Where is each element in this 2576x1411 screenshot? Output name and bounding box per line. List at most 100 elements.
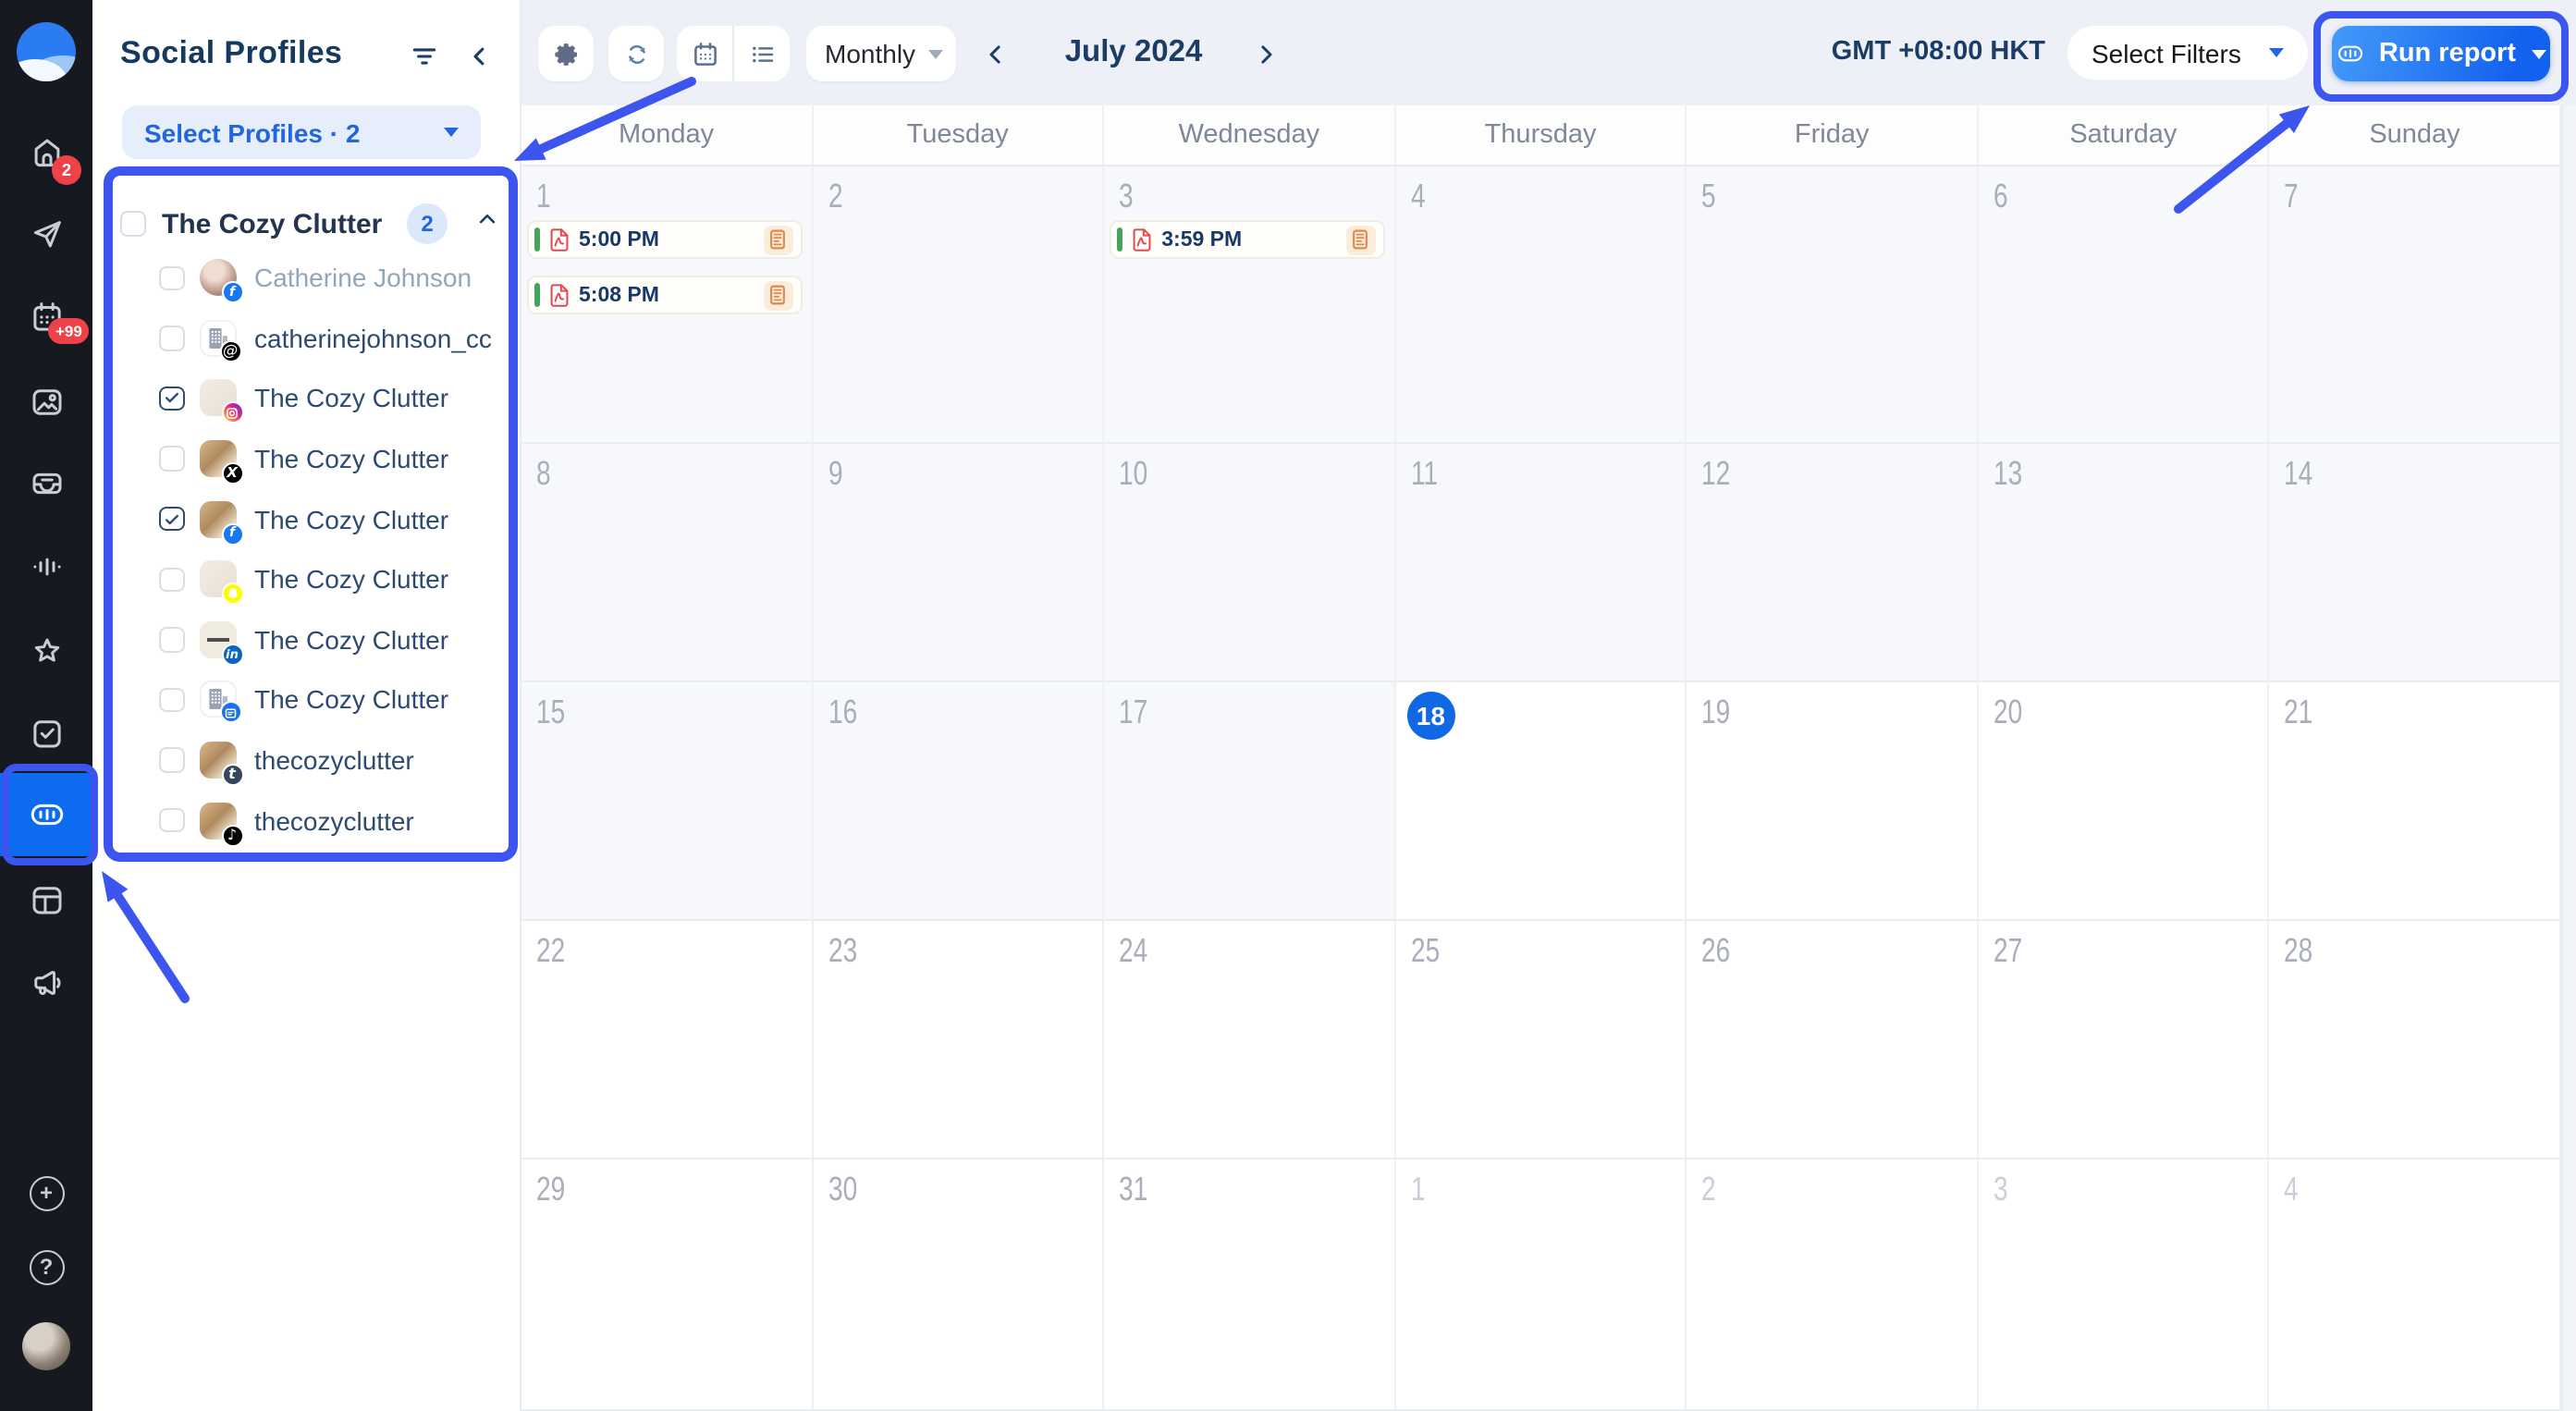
sidebar-item-account[interactable]	[0, 1315, 92, 1378]
calendar-day-cell[interactable]: 4	[2269, 1159, 2561, 1411]
profile-row[interactable]: X The Cozy Clutter	[92, 429, 520, 489]
refresh-button[interactable]	[608, 26, 664, 81]
view-period-dropdown[interactable]: Monthly	[806, 26, 956, 81]
sidebar-item-add[interactable]: +	[0, 1161, 92, 1224]
settings-button[interactable]	[538, 26, 594, 81]
calendar-day-cell[interactable]: 5	[1687, 166, 1979, 444]
chevron-down-icon	[2531, 49, 2546, 58]
calendar-view-button[interactable]	[677, 26, 734, 81]
calendar-day-cell[interactable]: 7	[2269, 166, 2561, 444]
run-report-button[interactable]: Run report	[2332, 26, 2550, 81]
day-number: 3	[1119, 178, 1134, 215]
calendar-day-cell[interactable]: 12	[1687, 444, 1979, 682]
scheduled-post[interactable]: 5:00 PM	[527, 220, 803, 259]
scheduled-post[interactable]: 5:08 PM	[527, 276, 803, 314]
sidebar-item-listening[interactable]	[0, 534, 92, 597]
profile-checkbox[interactable]	[159, 325, 184, 351]
profile-group-row[interactable]: The Cozy Clutter 2	[120, 196, 501, 252]
status-bar	[534, 227, 540, 252]
calendar-day-cell[interactable]: 21	[2269, 682, 2561, 921]
scrollbar-track[interactable]	[2561, 105, 2576, 1411]
calendar-day-cell[interactable]: 28	[2269, 921, 2561, 1159]
profile-checkbox[interactable]	[159, 627, 184, 653]
profile-avatar	[199, 379, 243, 424]
profile-row[interactable]: in The Cozy Clutter	[92, 609, 520, 669]
sidebar-item-analytics[interactable]	[0, 773, 92, 856]
threads-icon: @	[219, 339, 241, 362]
calendar-day-cell[interactable]: 18	[1395, 682, 1687, 921]
calendar-day-cell[interactable]: 4	[1395, 166, 1687, 444]
profile-checkbox[interactable]	[159, 506, 184, 532]
profile-row[interactable]: t thecozyclutter	[92, 730, 520, 791]
filter-icon	[411, 47, 435, 64]
calendar-day-cell[interactable]: 10	[1104, 444, 1396, 682]
queue-icon	[763, 225, 793, 254]
calendar-day-cell[interactable]: 8	[521, 444, 814, 682]
chevron-up-icon[interactable]	[473, 205, 501, 242]
next-month-button[interactable]	[1246, 35, 1283, 72]
sidebar-item-reviews[interactable]	[0, 620, 92, 682]
group-checkbox[interactable]	[120, 211, 145, 237]
sidebar-item-tasks[interactable]	[0, 701, 92, 764]
app-logo[interactable]	[17, 22, 76, 81]
calendar-day-cell[interactable]: 27	[1978, 921, 2270, 1159]
select-profiles-dropdown[interactable]: Select Profiles · 2	[122, 105, 481, 159]
calendar-day-cell[interactable]: 24	[1104, 921, 1396, 1159]
profile-checkbox[interactable]	[159, 386, 184, 411]
calendar-day-cell[interactable]: 2	[1687, 1159, 1979, 1411]
calendar-day-cell[interactable]: 23	[813, 921, 1105, 1159]
sidebar-item-inbox[interactable]	[0, 451, 92, 514]
calendar-day-cell[interactable]: 17	[1104, 682, 1396, 921]
calendar-day-cell[interactable]: 3 3:59 PM	[1104, 166, 1396, 444]
sidebar-item-publishing[interactable]	[0, 202, 92, 264]
profile-row[interactable]: f Catherine Johnson	[92, 248, 520, 308]
calendar-day-cell[interactable]: 9	[813, 444, 1105, 682]
profile-checkbox[interactable]	[159, 747, 184, 773]
weekday-label: Saturday	[1979, 105, 2270, 165]
calendar-day-cell[interactable]: 20	[1978, 682, 2270, 921]
profile-checkbox[interactable]	[159, 265, 184, 291]
profile-row[interactable]: The Cozy Clutter	[92, 669, 520, 730]
calendar-day-cell[interactable]: 3	[1978, 1159, 2270, 1411]
profile-checkbox[interactable]	[159, 807, 184, 833]
post-time: 5:00 PM	[579, 228, 659, 251]
scheduled-post[interactable]: 3:59 PM	[1110, 220, 1385, 259]
calendar-day-cell[interactable]: 11	[1395, 444, 1687, 682]
calendar-day-cell[interactable]: 16	[813, 682, 1105, 921]
calendar-day-cell[interactable]: 14	[2269, 444, 2561, 682]
profile-row[interactable]: @ catherinejohnson_cc	[92, 308, 520, 368]
inbox-icon	[31, 472, 61, 494]
calendar-day-cell[interactable]: 1	[1395, 1159, 1687, 1411]
sidebar-item-feeds[interactable]	[0, 867, 92, 930]
calendar-day-cell[interactable]: 6	[1978, 166, 2270, 444]
calendar-day-cell[interactable]: 15	[521, 682, 814, 921]
profile-checkbox[interactable]	[159, 687, 184, 713]
prev-month-button[interactable]	[976, 35, 1013, 72]
calendar-day-cell[interactable]: 22	[521, 921, 814, 1159]
profile-avatar: f	[199, 259, 243, 304]
profile-row[interactable]: The Cozy Clutter	[92, 549, 520, 609]
calendar-day-cell[interactable]: 19	[1687, 682, 1979, 921]
sidebar-item-advocacy[interactable]	[0, 951, 92, 1013]
calendar-day-cell[interactable]: 26	[1687, 921, 1979, 1159]
calendar-day-cell[interactable]: 29	[521, 1159, 814, 1411]
sidebar-item-media[interactable]	[0, 370, 92, 433]
profile-row[interactable]: The Cozy Clutter	[92, 368, 520, 428]
calendar-day-cell[interactable]: 2	[813, 166, 1105, 444]
sidebar-item-help[interactable]: ?	[0, 1235, 92, 1298]
profile-row[interactable]: ♪ thecozyclutter	[92, 791, 520, 851]
profile-checkbox[interactable]	[159, 567, 184, 593]
calendar-day-cell[interactable]: 1 5:00 PM 5:08 PM	[521, 166, 814, 444]
day-number: 14	[2284, 455, 2313, 492]
profile-checkbox[interactable]	[159, 446, 184, 472]
calendar-day-cell[interactable]: 25	[1395, 921, 1687, 1159]
select-filters-dropdown[interactable]: Select Filters	[2067, 26, 2308, 80]
calendar-day-cell[interactable]: 30	[813, 1159, 1105, 1411]
profiles-filter-button[interactable]	[403, 35, 444, 76]
list-view-button[interactable]	[734, 26, 790, 81]
profile-row[interactable]: f The Cozy Clutter	[92, 489, 520, 549]
panel-collapse-button[interactable]	[459, 35, 499, 76]
calendar-day-cell[interactable]: 31	[1104, 1159, 1396, 1411]
calendar-day-cell[interactable]: 13	[1978, 444, 2270, 682]
linkedin-icon: in	[221, 643, 243, 666]
